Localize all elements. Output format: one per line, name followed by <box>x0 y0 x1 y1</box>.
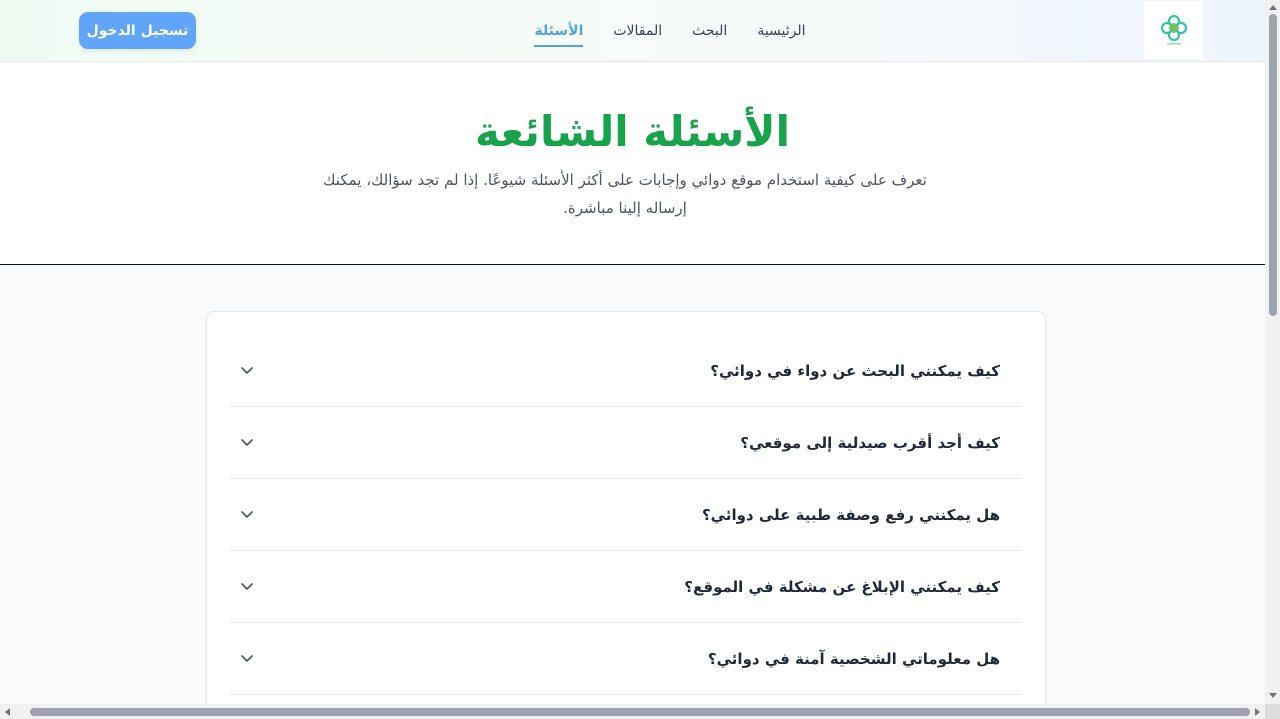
nav-item-articles[interactable]: المقالات <box>613 19 662 43</box>
chevron-down-icon <box>241 583 253 590</box>
nav-item-faq[interactable]: الأسئلة <box>534 19 583 47</box>
faq-question: كيف يمكنني البحث عن دواء في دوائي؟ <box>710 362 1000 380</box>
faq-list: كيف يمكنني البحث عن دواء في دوائي؟ كيف أ… <box>230 335 1022 695</box>
hero-section: الأسئلة الشائعة تعرف على كيفية استخدام م… <box>0 62 1265 265</box>
horizontal-scrollbar[interactable] <box>0 704 1265 719</box>
chevron-down-icon <box>241 511 253 518</box>
faq-question: هل يمكنني رفع وصفة طبية على دوائي؟ <box>701 506 1000 524</box>
faq-item[interactable]: هل يمكنني رفع وصفة طبية على دوائي؟ <box>230 479 1022 551</box>
scrollbar-corner <box>1265 704 1280 719</box>
nav-item-search[interactable]: البحث <box>692 19 727 43</box>
faq-question: كيف أجد أقرب صيدلية إلى موقعي؟ <box>740 434 1000 452</box>
vertical-scroll-thumb[interactable] <box>1269 14 1277 316</box>
main-nav: الرئيسية البحث المقالات الأسئلة <box>520 0 820 62</box>
site-header: الرئيسية البحث المقالات الأسئلة تسجيل ال… <box>0 0 1265 62</box>
faq-item[interactable]: كيف أجد أقرب صيدلية إلى موقعي؟ <box>230 407 1022 479</box>
faq-question: كيف يمكنني الإبلاغ عن مشكلة في الموقع؟ <box>684 578 1000 596</box>
nav-item-home[interactable]: الرئيسية <box>757 19 805 43</box>
vertical-scrollbar[interactable] <box>1265 0 1280 704</box>
faq-card: كيف يمكنني البحث عن دواء في دوائي؟ كيف أ… <box>206 311 1046 704</box>
chevron-down-icon <box>241 367 253 374</box>
site-logo[interactable] <box>1144 1 1203 59</box>
faq-item[interactable]: هل معلوماتي الشخصية آمنة في دوائي؟ <box>230 623 1022 695</box>
faq-item[interactable]: كيف يمكنني البحث عن دواء في دوائي؟ <box>230 335 1022 407</box>
page-viewport: الرئيسية البحث المقالات الأسئلة تسجيل ال… <box>0 0 1265 704</box>
page-title: الأسئلة الشائعة <box>475 107 790 156</box>
chevron-down-icon <box>241 655 253 662</box>
login-button[interactable]: تسجيل الدخول <box>79 12 196 49</box>
faq-item[interactable]: كيف يمكنني الإبلاغ عن مشكلة في الموقع؟ <box>230 551 1022 623</box>
scroll-left-arrow-icon[interactable] <box>5 708 10 716</box>
horizontal-scroll-thumb[interactable] <box>30 708 1250 716</box>
page-description: تعرف على كيفية استخدام موقع دوائي وإجابا… <box>323 171 927 217</box>
chevron-down-icon <box>241 439 253 446</box>
scroll-right-arrow-icon[interactable] <box>1255 708 1260 716</box>
medical-cross-logo-icon <box>1160 14 1187 45</box>
scroll-down-arrow-icon[interactable] <box>1269 693 1277 698</box>
scroll-up-arrow-icon[interactable] <box>1269 5 1277 10</box>
faq-question: هل معلوماتي الشخصية آمنة في دوائي؟ <box>707 650 1000 668</box>
